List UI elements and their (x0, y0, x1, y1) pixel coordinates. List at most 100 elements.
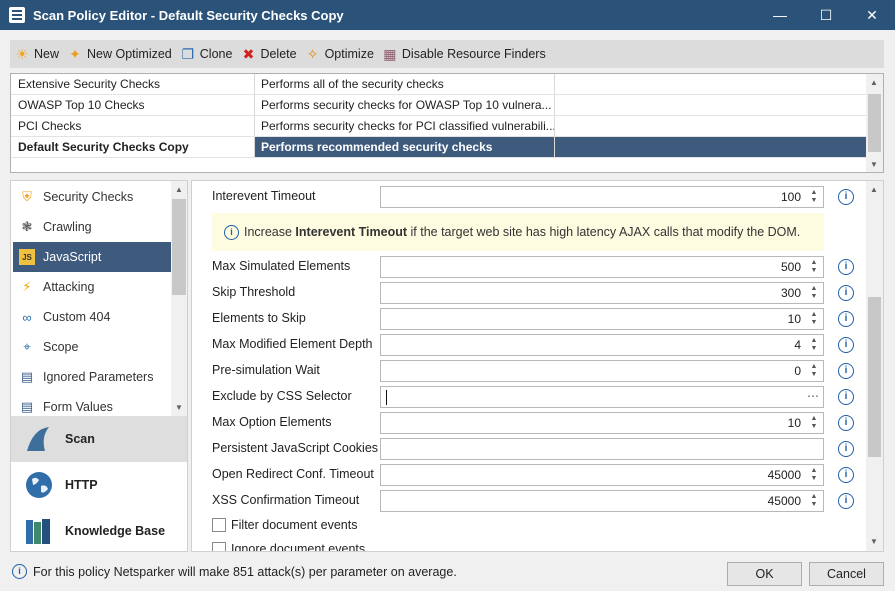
nav-item-security-checks[interactable]: ⛨ Security Checks (13, 182, 171, 212)
nav-item-javascript[interactable]: JS JavaScript (13, 242, 171, 272)
settings-scrollbar[interactable]: ▲ ▼ (866, 181, 883, 551)
policy-list-scrollbar[interactable]: ▲ ▼ (866, 74, 883, 172)
policy-row[interactable]: OWASP Top 10 Checks Performs security ch… (11, 95, 867, 116)
spinner-arrows-icon[interactable]: ▲ ▼ (807, 467, 821, 483)
info-icon[interactable]: i (838, 189, 854, 205)
spinner-arrows-icon[interactable]: ▲ ▼ (807, 337, 821, 353)
field-label: Skip Threshold (212, 285, 296, 299)
info-icon[interactable]: i (838, 285, 854, 301)
nav-item-label: Custom 404 (43, 310, 111, 324)
max-modified-element-depth-input[interactable]: 4 ▲ ▼ (380, 334, 824, 356)
policy-row[interactable]: Extensive Security Checks Performs all o… (11, 74, 867, 95)
cancel-button[interactable]: Cancel (809, 562, 884, 586)
field-value: 45000 (767, 494, 801, 508)
shield-icon: ⛨ (22, 189, 32, 204)
exclude-by-css-selector-input[interactable]: ⋯ (380, 386, 824, 408)
nav-item-attacking[interactable]: ⚡ Attacking (13, 272, 171, 302)
field-label: Pre-simulation Wait (212, 363, 320, 377)
policy-row-selected[interactable]: Default Security Checks Copy Performs re… (11, 137, 867, 158)
interevent-timeout-hint: i Increase Interevent Timeout if the tar… (212, 213, 824, 251)
persistent-javascript-cookies-input[interactable] (380, 438, 824, 460)
group-scan[interactable]: Scan (11, 416, 187, 462)
info-icon[interactable]: i (838, 389, 854, 405)
checkbox-box[interactable] (212, 518, 226, 532)
nav-item-label: Crawling (43, 220, 92, 234)
field-label: Max Option Elements (212, 415, 332, 429)
policy-description: Performs security checks for OWASP Top 1… (255, 95, 555, 115)
field-value: 10 (787, 312, 801, 326)
nav-item-label: Attacking (43, 280, 95, 294)
spider-icon: ❃ (21, 219, 33, 234)
info-icon[interactable]: i (838, 311, 854, 327)
ok-button[interactable]: OK (727, 562, 802, 586)
field-label: XSS Confirmation Timeout (212, 493, 360, 507)
group-http[interactable]: HTTP (11, 462, 187, 508)
scroll-up-icon[interactable]: ▲ (870, 78, 878, 87)
pre-simulation-wait-field: Pre-simulation Wait 0 ▲ ▼ i (212, 360, 862, 382)
spinner-arrows-icon[interactable]: ▲ ▼ (807, 363, 821, 379)
nav-item-custom-404[interactable]: ∞ Custom 404 (13, 302, 171, 332)
wand-new-icon: ✦ (69, 46, 81, 62)
scroll-thumb[interactable] (172, 199, 186, 295)
nav-item-scope[interactable]: ⌖ Scope (13, 332, 171, 362)
nav-scrollbar[interactable]: ▲ ▼ (171, 181, 187, 416)
spinner-arrows-icon[interactable]: ▲ ▼ (807, 415, 821, 431)
scroll-down-icon[interactable]: ▼ (870, 537, 878, 546)
nav-item-ignored-parameters[interactable]: ▤ Ignored Parameters (13, 362, 171, 392)
interevent-timeout-input[interactable]: 100 ▲ ▼ (380, 186, 824, 208)
info-icon[interactable]: i (838, 259, 854, 275)
group-label: HTTP (65, 478, 98, 492)
scroll-down-icon[interactable]: ▼ (870, 160, 878, 169)
optimize-button[interactable]: ✧ Optimize (305, 46, 374, 62)
info-icon[interactable]: i (838, 467, 854, 483)
crosshair-icon: ⌖ (23, 339, 31, 354)
scroll-up-icon[interactable]: ▲ (175, 185, 183, 194)
field-value: 4 (794, 338, 801, 352)
delete-x-icon: ✖ (242, 46, 255, 62)
info-icon[interactable]: i (838, 441, 854, 457)
max-simulated-elements-field: Max Simulated Elements 500 ▲ ▼ i (212, 256, 862, 278)
scroll-down-icon[interactable]: ▼ (175, 403, 183, 412)
checkbox-box[interactable] (212, 542, 226, 551)
js-icon: JS (19, 249, 35, 265)
group-knowledge-base[interactable]: Knowledge Base (11, 508, 187, 551)
disable-resource-finders-button[interactable]: ▦ Disable Resource Finders (382, 46, 545, 62)
xss-confirmation-timeout-input[interactable]: 45000 ▲ ▼ (380, 490, 824, 512)
open-redirect-conf-timeout-input[interactable]: 45000 ▲ ▼ (380, 464, 824, 486)
scroll-thumb[interactable] (868, 297, 881, 457)
spinner-arrows-icon[interactable]: ▲ ▼ (807, 285, 821, 301)
field-value: 300 (780, 286, 801, 300)
info-icon[interactable]: i (838, 493, 854, 509)
new-optimized-button[interactable]: ✦ New Optimized (67, 46, 172, 62)
spinner-arrows-icon[interactable]: ▲ ▼ (807, 189, 821, 205)
close-icon[interactable]: ✕ (849, 0, 895, 30)
pre-simulation-wait-input[interactable]: 0 ▲ ▼ (380, 360, 824, 382)
max-simulated-elements-input[interactable]: 500 ▲ ▼ (380, 256, 824, 278)
ignore-document-events-checkbox[interactable]: Ignore document events (212, 540, 512, 551)
delete-button[interactable]: ✖ Delete (240, 46, 297, 62)
field-value: 10 (787, 416, 801, 430)
scroll-up-icon[interactable]: ▲ (870, 185, 878, 194)
filter-document-events-checkbox[interactable]: Filter document events (212, 516, 512, 534)
max-option-elements-input[interactable]: 10 ▲ ▼ (380, 412, 824, 434)
maximize-icon[interactable]: ☐ (803, 0, 849, 30)
info-icon[interactable]: i (838, 363, 854, 379)
spinner-arrows-icon[interactable]: ▲ ▼ (807, 493, 821, 509)
spinner-arrows-icon[interactable]: ▲ ▼ (807, 311, 821, 327)
persistent-javascript-cookies-field: Persistent JavaScript Cookies i (212, 438, 862, 460)
minimize-icon[interactable]: — (757, 0, 803, 30)
spinner-arrows-icon[interactable]: ▲ ▼ (807, 259, 821, 275)
info-icon[interactable]: i (838, 415, 854, 431)
nav-item-crawling[interactable]: ❃ Crawling (13, 212, 171, 242)
new-button[interactable]: ☀ New (14, 46, 59, 62)
info-icon[interactable]: i (838, 337, 854, 353)
skip-threshold-input[interactable]: 300 ▲ ▼ (380, 282, 824, 304)
elements-to-skip-input[interactable]: 10 ▲ ▼ (380, 308, 824, 330)
ellipsis-button[interactable]: ⋯ (807, 389, 819, 403)
open-redirect-conf-timeout-field: Open Redirect Conf. Timeout 45000 ▲ ▼ i (212, 464, 862, 486)
clone-button[interactable]: ❐ Clone (180, 46, 232, 62)
window-title: Scan Policy Editor - Default Security Ch… (33, 7, 344, 23)
scroll-thumb[interactable] (868, 94, 881, 152)
policy-row[interactable]: PCI Checks Performs security checks for … (11, 116, 867, 137)
status-text: For this policy Netsparker will make 851… (33, 564, 457, 579)
